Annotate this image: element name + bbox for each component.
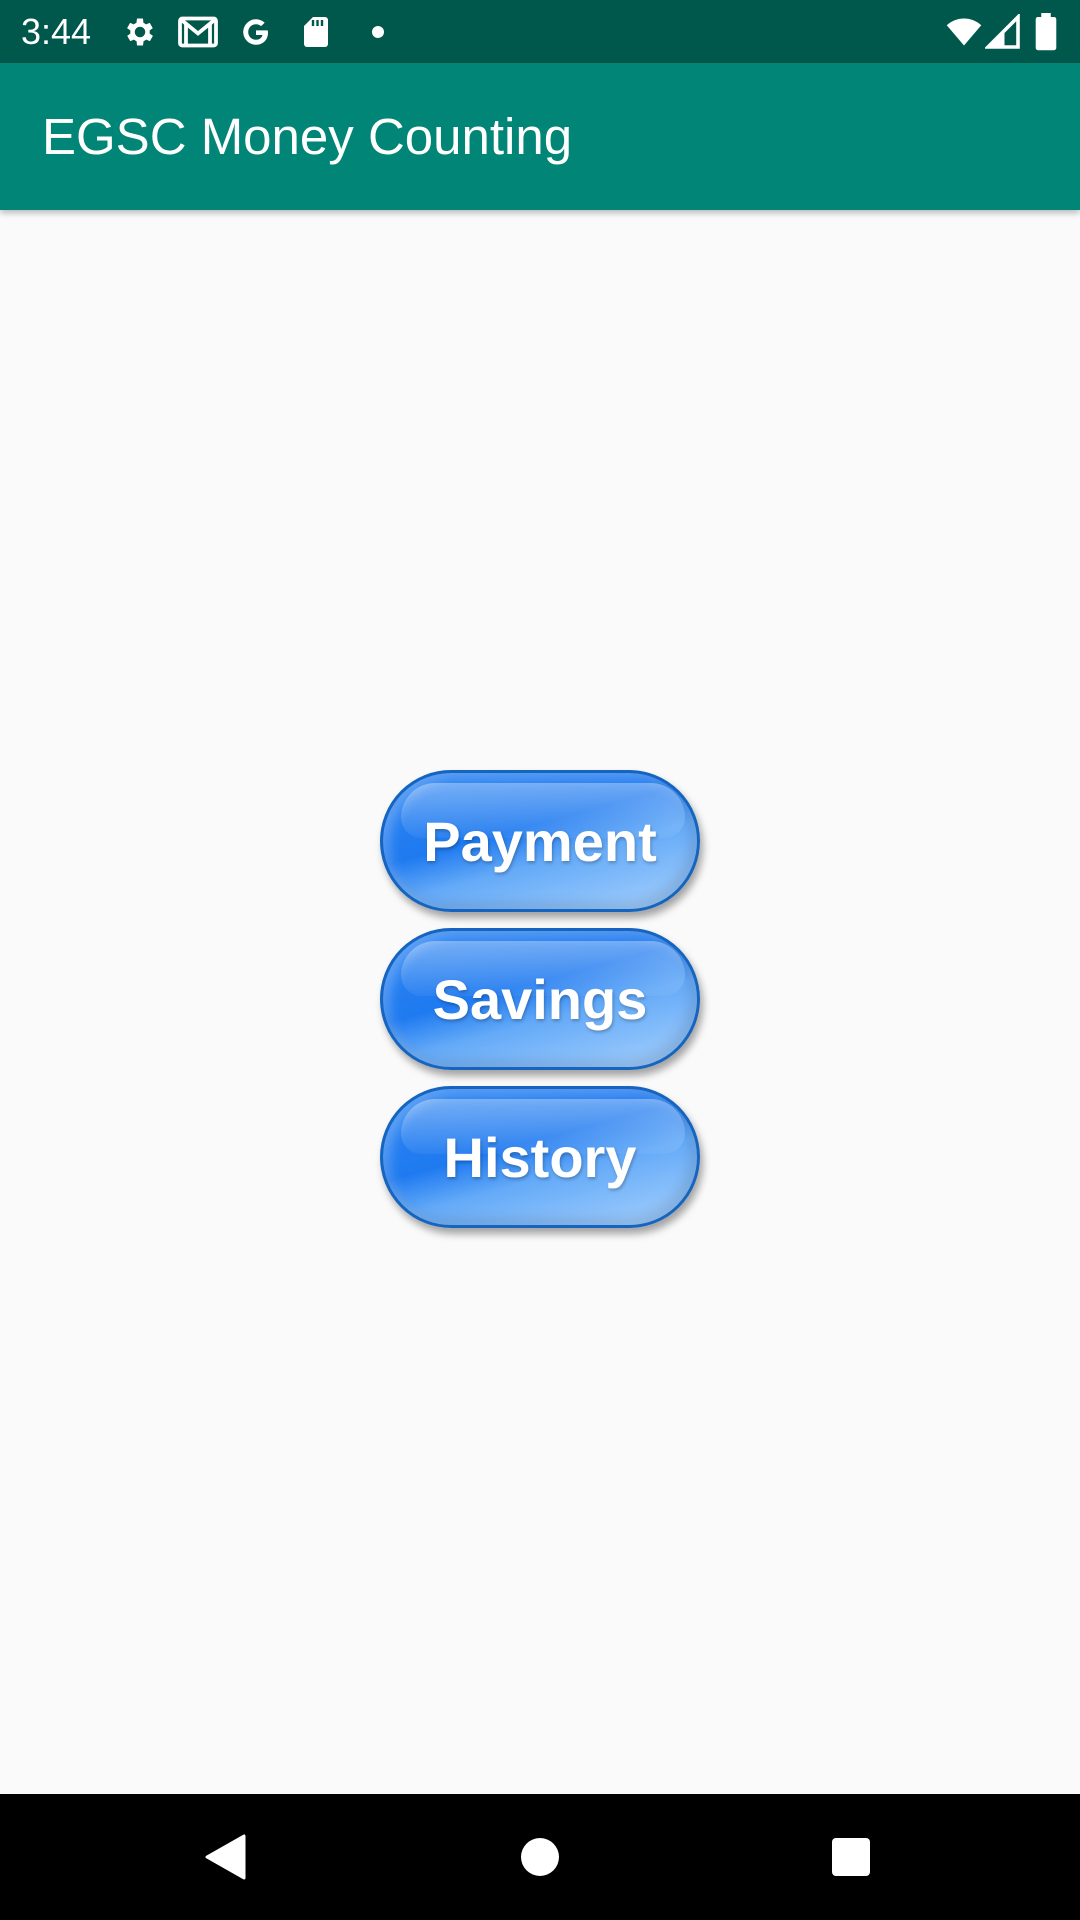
status-bar: 3:44 [0, 0, 1080, 63]
battery-icon [1035, 13, 1057, 51]
savings-button[interactable]: Savings [380, 928, 700, 1070]
app-title: EGSC Money Counting [42, 108, 573, 165]
payment-button[interactable]: Payment [380, 770, 700, 912]
wifi-icon [946, 18, 982, 46]
main-content: Payment Savings History [0, 210, 1080, 1794]
gear-icon [127, 18, 153, 46]
navigation-bar [0, 1794, 1080, 1920]
app-bar: EGSC Money Counting [0, 63, 1080, 210]
history-button-label: History [443, 1125, 637, 1189]
google-g-icon [243, 19, 268, 45]
cellular-signal-icon [985, 14, 1020, 49]
savings-button-label: Savings [432, 967, 648, 1031]
gmail-icon [178, 16, 218, 48]
back-icon[interactable] [204, 1834, 246, 1880]
history-button[interactable]: History [380, 1086, 700, 1228]
status-time: 3:44 [21, 11, 92, 52]
notification-dot-icon [372, 26, 384, 38]
payment-button-label: Payment [423, 809, 657, 873]
home-icon[interactable] [520, 1837, 560, 1877]
recents-icon[interactable] [831, 1837, 871, 1877]
sd-card-icon [304, 17, 328, 47]
